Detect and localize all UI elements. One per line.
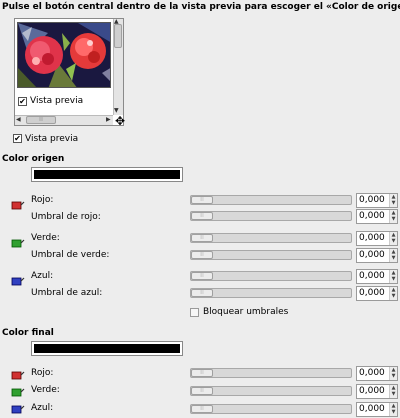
blue-picker-icon (11, 277, 25, 286)
final-red-slider-thumb[interactable]: ⦙⦙⦙ (191, 369, 213, 377)
color-final-title: Color final (2, 328, 54, 338)
final-blue-slider[interactable] (190, 404, 352, 414)
origen-red-threshold-thumb[interactable]: ⦙⦙⦙ (191, 212, 213, 220)
origen-green-threshold-thumb[interactable]: ⦙⦙⦙ (191, 251, 213, 259)
final-red-picker-icon (11, 371, 25, 380)
move-navigation-icon[interactable]: ✥ (114, 115, 126, 127)
origen-blue-threshold-slider[interactable] (190, 288, 352, 298)
final-green-label: Verde: (31, 385, 60, 395)
origen-green-spin-buttons[interactable]: ▲ ▼ (389, 232, 397, 245)
inner-preview-checkbox[interactable]: ✔ (18, 97, 27, 106)
origen-blue-value[interactable]: 0,000 (359, 270, 389, 283)
preview-checkbox[interactable]: ✔ (13, 134, 22, 143)
origen-blue-slider-thumb[interactable]: ⦙⦙⦙ (191, 272, 213, 280)
origen-red-slider-thumb[interactable]: ⦙⦙⦙ (191, 196, 213, 204)
origen-green-slider[interactable] (190, 233, 352, 243)
origen-blue-threshold-spin-buttons[interactable]: ▲ ▼ (389, 287, 397, 300)
preview-vertical-thumb[interactable] (114, 24, 122, 48)
red-picker-icon (11, 201, 25, 210)
origen-red-threshold-slider[interactable] (190, 211, 352, 221)
scroll-left-icon[interactable]: ◀ (16, 117, 21, 123)
lock-thresholds-checkbox[interactable] (190, 308, 199, 317)
final-green-spin-buttons[interactable]: ▲ ▼ (389, 385, 397, 398)
color-origen-title: Color origen (2, 154, 65, 164)
origen-green-slider-thumb[interactable]: ⦙⦙⦙ (191, 234, 213, 242)
final-red-label: Rojo: (31, 368, 54, 378)
origen-blue-threshold-label: Umbral de azul: (31, 288, 103, 298)
final-green-slider[interactable] (190, 386, 352, 396)
lock-thresholds-label: Bloquear umbrales (203, 307, 289, 317)
origen-green-value[interactable]: 0,000 (359, 232, 389, 245)
origen-red-threshold-value[interactable]: 0,000 (359, 210, 389, 223)
preview-image[interactable] (17, 22, 111, 88)
origen-blue-slider[interactable] (190, 271, 352, 281)
origen-green-threshold-value[interactable]: 0,000 (359, 249, 389, 262)
final-blue-picker-icon (11, 405, 25, 414)
final-red-value[interactable]: 0,000 (359, 367, 389, 380)
final-blue-spin-buttons[interactable]: ▲ ▼ (389, 403, 397, 416)
origen-blue-threshold-value[interactable]: 0,000 (359, 287, 389, 300)
preview-label: Vista previa (25, 134, 79, 144)
origen-blue-spin-buttons[interactable]: ▲ ▼ (389, 270, 397, 283)
origen-red-threshold-label: Umbral de rojo: (31, 212, 101, 222)
final-blue-slider-thumb[interactable]: ⦙⦙⦙ (191, 405, 213, 413)
origen-green-threshold-label: Umbral de verde: (31, 250, 110, 260)
green-picker-icon (11, 239, 25, 248)
inner-preview-label: Vista previa (30, 96, 84, 106)
final-green-picker-icon (11, 388, 25, 397)
final-green-value[interactable]: 0,000 (359, 385, 389, 398)
origen-red-label: Rojo: (31, 195, 54, 205)
final-green-slider-thumb[interactable]: ⦙⦙⦙ (191, 387, 213, 395)
color-final-swatch[interactable] (31, 341, 183, 356)
origen-green-label: Verde: (31, 233, 60, 243)
origen-red-value[interactable]: 0,000 (359, 194, 389, 207)
origen-green-threshold-spin-buttons[interactable]: ▲ ▼ (389, 249, 397, 262)
scroll-right-icon[interactable]: ▶ (106, 117, 111, 123)
color-origen-swatch[interactable] (31, 167, 183, 182)
origen-red-slider[interactable] (190, 195, 352, 205)
preview-horizontal-thumb[interactable]: ⦙⦙⦙⦙ (26, 116, 56, 124)
origen-blue-label: Azul: (31, 271, 54, 281)
origen-green-threshold-slider[interactable] (190, 250, 352, 260)
final-red-slider[interactable] (190, 368, 352, 378)
final-blue-value[interactable]: 0,000 (359, 403, 389, 416)
origen-blue-threshold-thumb[interactable]: ⦙⦙⦙ (191, 289, 213, 297)
final-red-spin-buttons[interactable]: ▲ ▼ (389, 367, 397, 380)
origen-red-spin-buttons[interactable]: ▲ ▼ (389, 194, 397, 207)
instruction-header: Pulse el botón central dentro de la vist… (2, 2, 400, 12)
final-blue-label: Azul: (31, 403, 54, 413)
origen-red-threshold-spin-buttons[interactable]: ▲ ▼ (389, 210, 397, 223)
